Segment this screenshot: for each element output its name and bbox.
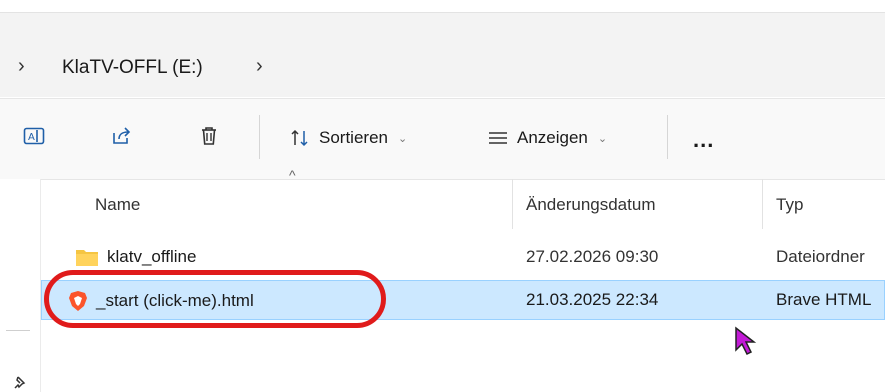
sort-label: Sortieren	[319, 128, 388, 147]
file-explorer-window: › KlaTV-OFFL (E:) › A Sortieren ⌄ Anzeig…	[0, 0, 885, 392]
navigation-pane	[0, 179, 41, 392]
highlight-ring	[44, 270, 386, 328]
column-name[interactable]: Name	[95, 195, 140, 215]
toolbar-divider	[667, 115, 668, 159]
trash-icon[interactable]	[196, 123, 222, 149]
column-divider[interactable]	[762, 179, 763, 229]
chevron-down-icon: ⌄	[597, 132, 608, 145]
sort-arrows-icon	[291, 129, 308, 147]
nav-divider	[6, 330, 30, 331]
view-label: Anzeigen	[517, 128, 588, 147]
folder-icon	[76, 250, 98, 266]
pin-icon[interactable]	[14, 376, 28, 390]
file-date: 27.02.2026 09:30	[526, 247, 659, 266]
file-type: Brave HTML	[776, 290, 872, 309]
sort-button[interactable]: Sortieren ⌄	[289, 123, 407, 153]
file-name: klatv_offline	[107, 247, 197, 266]
share-icon[interactable]	[109, 123, 135, 149]
toolbar-divider	[259, 115, 260, 159]
column-divider[interactable]	[512, 179, 513, 229]
mouse-cursor-icon	[735, 326, 757, 356]
view-button[interactable]: Anzeigen ⌄	[487, 123, 607, 153]
chevron-right-icon[interactable]: ›	[18, 55, 25, 78]
column-type[interactable]: Typ	[776, 195, 803, 215]
file-date: 21.03.2025 22:34	[526, 290, 659, 309]
file-type: Dateiordner	[776, 247, 865, 266]
column-date[interactable]: Änderungsdatum	[526, 195, 655, 215]
chevron-down-icon: ⌄	[397, 132, 408, 145]
column-header: Name Änderungsdatum Typ	[41, 179, 885, 229]
address-bar[interactable]: › KlaTV-OFFL (E:) ›	[0, 13, 885, 97]
svg-text:A: A	[28, 132, 35, 143]
breadcrumb-drive[interactable]: KlaTV-OFFL (E:)	[62, 57, 203, 79]
title-strip	[0, 0, 885, 13]
view-lines-icon	[489, 132, 507, 144]
command-bar: A Sortieren ⌄ Anzeigen ⌄ ...	[0, 98, 885, 180]
rename-icon[interactable]: A	[21, 123, 47, 149]
more-options-button[interactable]: ...	[693, 127, 714, 153]
sort-ascending-icon: ^	[289, 167, 296, 183]
chevron-right-icon[interactable]: ›	[256, 55, 263, 78]
